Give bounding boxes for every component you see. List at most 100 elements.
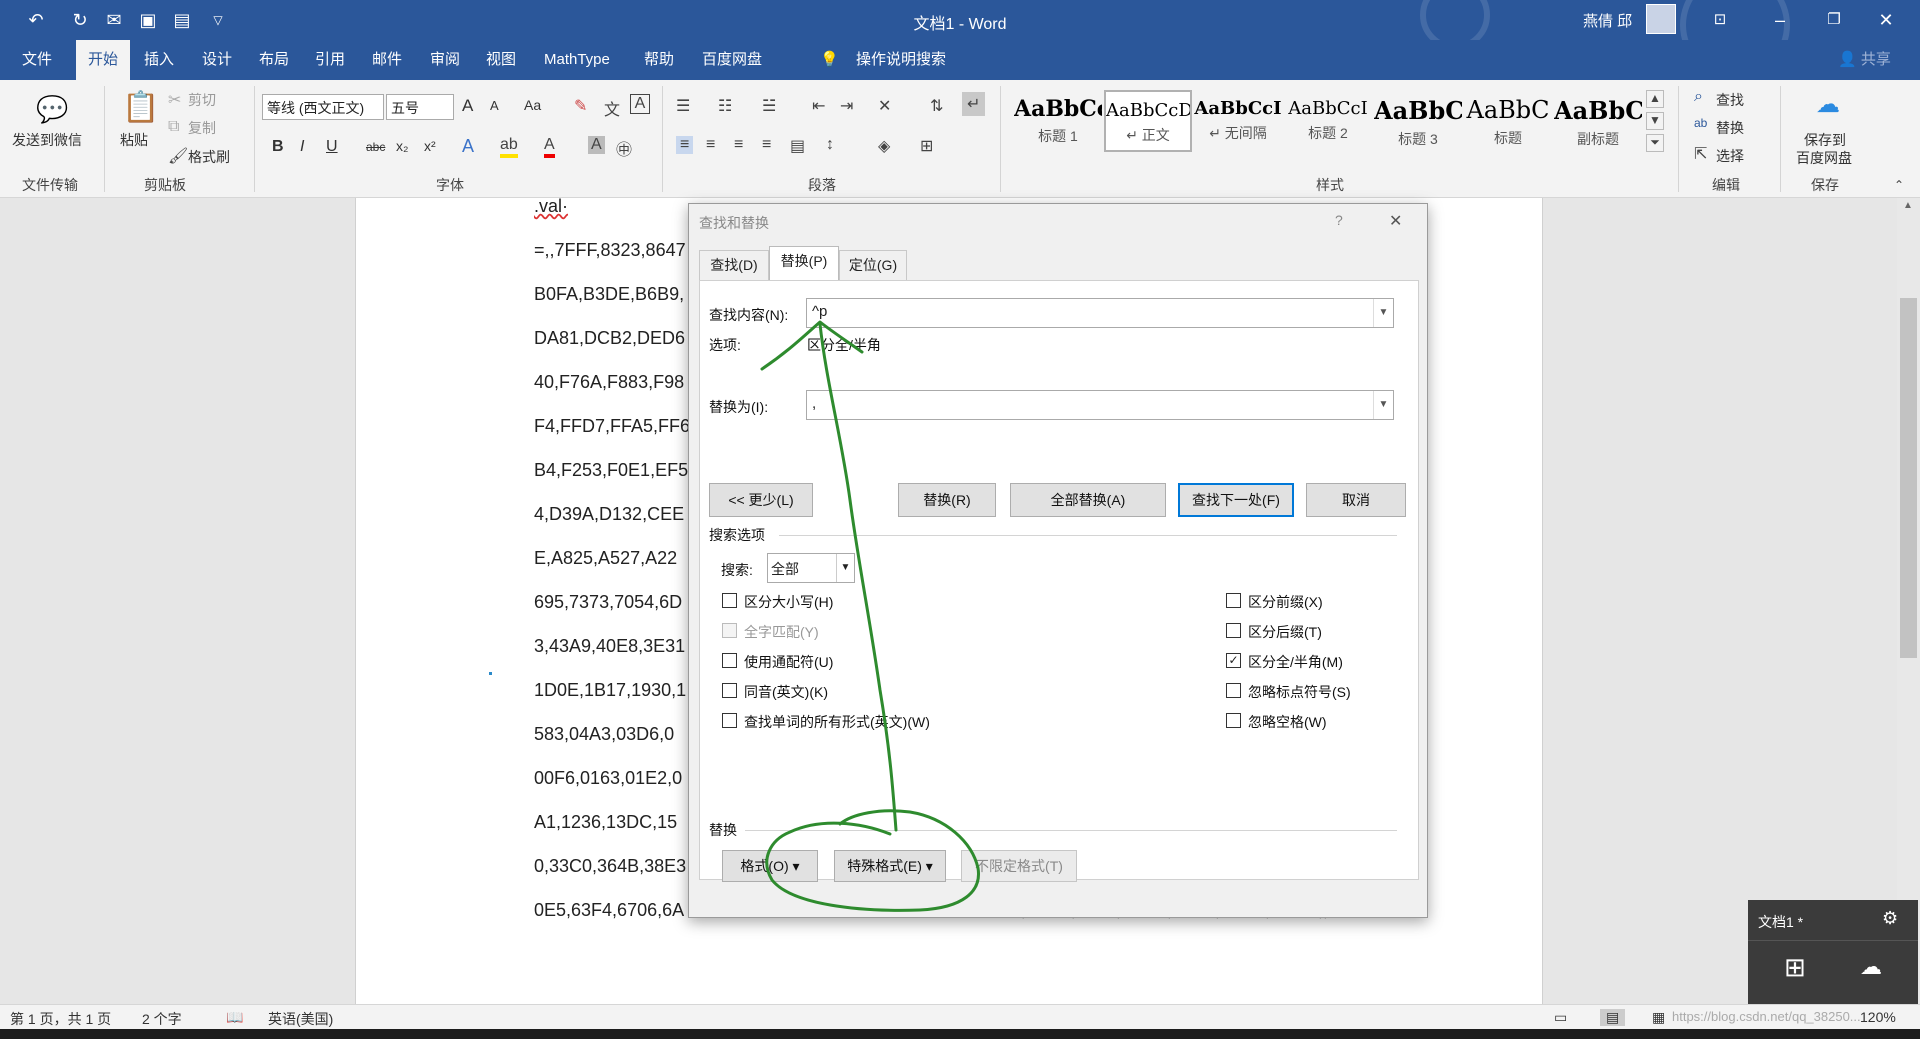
dialog-close-button[interactable]: ✕ (1389, 211, 1402, 231)
document-line[interactable]: 4,D39A,D132,CEE (534, 504, 684, 525)
font-name-select[interactable]: 等线 (西文正文) (262, 94, 384, 120)
tab-review[interactable]: 审阅 (418, 40, 472, 80)
decrease-indent-icon[interactable]: ⇤ (812, 96, 825, 116)
justify-icon[interactable]: ≡ (762, 136, 771, 154)
close-icon[interactable]: ✕ (1866, 6, 1906, 34)
style-heading-2[interactable]: AaBbCcI 标题 2 (1284, 90, 1372, 152)
proofing-icon[interactable]: 📖 (226, 1009, 243, 1026)
no-formatting-button[interactable]: 不限定格式(T) (961, 850, 1077, 882)
option-checkbox[interactable]: ✓ (1226, 653, 1241, 668)
replace-history-dropdown-icon[interactable]: ▼ (1373, 391, 1393, 419)
restore-icon[interactable]: ❐ (1814, 6, 1854, 34)
option-checkbox[interactable] (722, 653, 737, 668)
bold-button[interactable]: B (272, 138, 284, 156)
tab-goto[interactable]: 定位(G) (839, 250, 907, 280)
document-line[interactable]: 3,43A9,40E8,3E31 (534, 636, 685, 657)
enclose-char-icon[interactable]: ㊥ (616, 136, 632, 160)
numbering-icon[interactable]: ☷ (718, 96, 732, 116)
tab-layout[interactable]: 布局 (247, 40, 301, 80)
document-line[interactable]: E,A825,A527,A22 (534, 548, 677, 569)
send-to-wechat-button[interactable]: 发送到微信 (12, 130, 82, 150)
line-spacing-icon[interactable]: ↕ (826, 136, 834, 154)
lightbulb-icon[interactable]: 💡 (820, 40, 839, 80)
style-normal[interactable]: AaBbCcDc ↵ 正文 (1104, 90, 1192, 152)
style-title[interactable]: AaBbC 标题 (1464, 90, 1552, 152)
zoom-level[interactable]: 120% (1860, 1009, 1896, 1025)
tab-mailings[interactable]: 邮件 (360, 40, 414, 80)
distributed-icon[interactable]: ▤ (790, 136, 805, 156)
read-mode-icon[interactable]: ▭ (1554, 1009, 1567, 1026)
vertical-scrollbar[interactable]: ▲ ▼ (1897, 198, 1920, 1004)
cancel-button[interactable]: 取消 (1306, 483, 1406, 517)
print-layout-icon[interactable]: ▤ (1600, 1009, 1626, 1026)
tab-view[interactable]: 视图 (474, 40, 528, 80)
document-line[interactable]: .val· (534, 196, 568, 217)
save-to-label-1[interactable]: 保存到 (1804, 130, 1846, 150)
change-case-button[interactable]: Aa (524, 97, 541, 113)
option-checkbox[interactable] (1226, 623, 1241, 638)
font-size-select[interactable]: 五号 (386, 94, 454, 120)
strikethrough-button[interactable]: abc (366, 140, 385, 154)
ribbon-display-icon[interactable]: ⊡ (1700, 6, 1740, 34)
page-count[interactable]: 第 1 页，共 1 页 (10, 1009, 111, 1029)
document-line[interactable]: =,,7FFF,8323,8647 (534, 240, 686, 261)
word-count[interactable]: 2 个字 (142, 1009, 182, 1029)
style-subtitle[interactable]: AaBbC 副标题 (1554, 90, 1642, 152)
copy-button[interactable]: 复制 (188, 118, 216, 138)
special-format-button[interactable]: 特殊格式(E) ▾ (834, 850, 946, 882)
avatar[interactable] (1646, 4, 1676, 34)
web-layout-icon[interactable]: ▦ (1652, 1009, 1665, 1026)
option-checkbox[interactable] (1226, 683, 1241, 698)
language[interactable]: 英语(美国) (268, 1009, 333, 1029)
tab-design[interactable]: 设计 (190, 40, 244, 80)
highlight-icon[interactable]: ab (500, 136, 518, 158)
tab-help[interactable]: 帮助 (632, 40, 686, 80)
sort-icon[interactable]: ⇅ (930, 96, 943, 116)
less-button[interactable]: << 更少(L) (709, 483, 813, 517)
char-shading-icon[interactable]: A (588, 136, 605, 154)
replace-all-button[interactable]: 全部替换(A) (1010, 483, 1166, 517)
underline-button[interactable]: U (326, 138, 338, 156)
style-heading-1[interactable]: AaBbCc 标题 1 (1014, 90, 1102, 152)
document-line[interactable]: 40,F76A,F883,F98 (534, 372, 684, 393)
tab-home[interactable]: 开始 (76, 40, 130, 80)
tab-file[interactable]: 文件 (10, 40, 64, 80)
align-right-icon[interactable]: ≡ (734, 136, 743, 154)
replace-button[interactable]: 替换(R) (898, 483, 996, 517)
scroll-up-icon[interactable]: ▲ (1903, 200, 1913, 211)
show-marks-icon[interactable]: ↵ (962, 92, 986, 116)
option-label[interactable]: 区分后缀(T) (1248, 622, 1322, 642)
option-label[interactable]: 忽略空格(W) (1248, 712, 1327, 732)
tab-mathtype[interactable]: MathType (532, 40, 622, 80)
option-label[interactable]: 区分大小写(H) (744, 592, 833, 612)
styles-more-icon[interactable]: ⏷ (1646, 134, 1664, 152)
font-color-icon[interactable]: A (544, 136, 555, 158)
option-label[interactable]: 忽略标点符号(S) (1248, 682, 1351, 702)
find-what-input[interactable]: ^p ▼ (806, 298, 1394, 328)
style-no-spacing[interactable]: AaBbCcI ↵ 无间隔 (1194, 90, 1282, 152)
document-line[interactable]: A1,1236,13DC,15 (534, 812, 677, 833)
format-painter-button[interactable]: 格式刷 (188, 147, 230, 167)
format-button[interactable]: 格式(O) ▾ (722, 850, 818, 882)
phonetic-guide-icon[interactable]: 文 (604, 96, 620, 120)
document-line[interactable]: 695,7373,7054,6D (534, 592, 682, 613)
style-heading-3[interactable]: AaBbC 标题 3 (1374, 90, 1462, 152)
align-center-icon[interactable]: ≡ (706, 136, 715, 154)
notification-settings-icon[interactable]: ⚙ (1882, 908, 1898, 929)
share-button[interactable]: 👤 共享 (1838, 40, 1891, 80)
save-to-label-2[interactable]: 百度网盘 (1796, 148, 1852, 168)
document-line[interactable]: 0,33C0,364B,38E3 (534, 856, 686, 877)
grow-font-button[interactable]: A (462, 96, 473, 116)
document-line[interactable]: F4,FFD7,FFA5,FF6 (534, 416, 690, 437)
doc-notification[interactable]: 文档1 * ⚙ ⊞ ☁ (1748, 900, 1918, 1005)
document-line[interactable]: 00F6,0163,01E2,0 (534, 768, 682, 789)
tab-replace[interactable]: 替换(P) (769, 246, 839, 281)
find-button[interactable]: 查找 (1716, 90, 1744, 110)
option-label[interactable]: 区分前缀(X) (1248, 592, 1323, 612)
option-label[interactable]: 查找单词的所有形式(英文)(W) (744, 712, 930, 732)
increase-indent-icon[interactable]: ⇥ (840, 96, 853, 116)
document-line[interactable]: DA81,DCB2,DED6 (534, 328, 685, 349)
text-effects-icon[interactable]: A (462, 136, 474, 157)
option-label[interactable]: 区分全/半角(M) (1248, 652, 1343, 672)
option-label[interactable]: 使用通配符(U) (744, 652, 833, 672)
